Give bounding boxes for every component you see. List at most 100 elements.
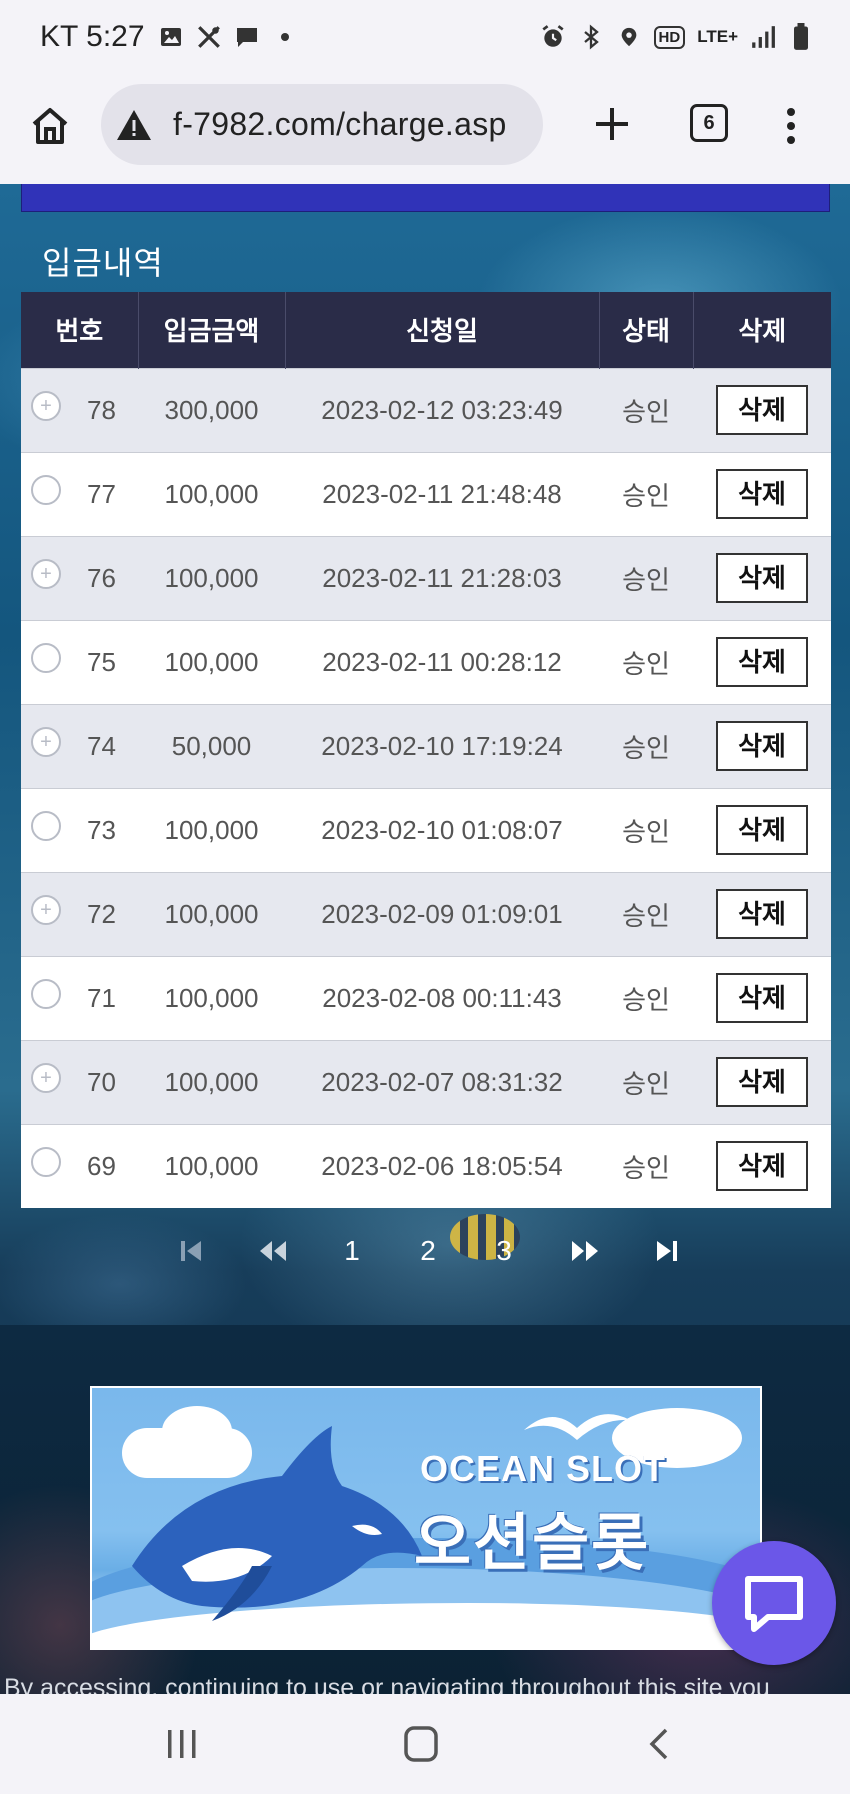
row-status: 승인 [599,1039,693,1124]
page-link-1[interactable]: 1 [336,1226,368,1276]
radio-circle-icon[interactable] [31,474,61,505]
delete-button[interactable]: 삭제 [716,805,808,855]
radio-circle-icon[interactable] [31,1146,61,1177]
tools-icon [196,24,222,50]
first-page-icon[interactable] [174,1226,208,1276]
home-nav-icon[interactable] [400,1724,444,1764]
delete-button[interactable]: 삭제 [716,469,808,519]
back-nav-icon[interactable] [640,1724,684,1764]
table-row: +78 300,000 2023-02-12 03:23:49 승인 삭제 [21,367,831,452]
row-action-cell: 삭제 [693,871,831,956]
row-action-cell: 삭제 [693,703,831,788]
delete-button[interactable]: 삭제 [716,1141,808,1192]
seagull-icon [524,1414,630,1440]
row-action-cell: 삭제 [693,367,831,452]
expand-plus-icon[interactable]: + [31,894,61,925]
page-link-2[interactable]: 2 [412,1226,444,1276]
row-no-cell: 77 [21,451,138,536]
row-no-cell: +70 [21,1039,138,1124]
row-action-cell: 삭제 [693,1039,831,1124]
row-amount: 100,000 [138,1039,285,1124]
recent-apps-icon[interactable] [160,1724,204,1764]
row-no-cell: +76 [21,535,138,620]
table-row: 77 100,000 2023-02-11 21:48:48 승인 삭제 [21,451,831,536]
row-action-cell: 삭제 [693,451,831,536]
table-row: +76 100,000 2023-02-11 21:28:03 승인 삭제 [21,535,831,620]
table-header-row: 번호 입금금액 신청일 상태 삭제 [21,292,831,368]
delete-button[interactable]: 삭제 [716,973,808,1023]
row-no-cell: +78 [21,367,138,452]
warning-icon[interactable] [115,108,153,142]
page-link-3[interactable]: 3 [488,1226,520,1276]
expand-plus-icon[interactable]: + [31,390,61,421]
prev-page-icon[interactable] [256,1226,290,1276]
table-row: 73 100,000 2023-02-10 01:08:07 승인 삭제 [21,787,831,872]
android-nav-bar [0,1694,850,1794]
row-amount: 300,000 [138,367,285,452]
chat-bubble-icon [745,1576,803,1632]
row-status: 승인 [599,451,693,536]
row-amount: 100,000 [138,955,285,1040]
cookie-notice: By accessing, continuing to use or navig… [4,1674,770,1694]
pagination: 1 2 3 [0,1226,850,1276]
next-page-icon[interactable] [568,1226,602,1276]
location-icon [616,24,642,50]
header-amount: 입금금액 [138,292,286,368]
row-status: 승인 [599,535,693,620]
deposit-table: 번호 입금금액 신청일 상태 삭제 +78 300,000 2023-02-12… [21,292,831,1208]
header-delete: 삭제 [693,292,831,368]
system-icons: HD LTE+ [540,23,814,50]
tab-switcher-button[interactable]: 6 [690,104,728,142]
row-status: 승인 [599,1123,693,1208]
row-status: 승인 [599,871,693,956]
row-no-cell: 71 [21,955,138,1040]
address-bar[interactable]: f-7982.com/charge.asp [101,84,543,165]
row-action-cell: 삭제 [693,955,831,1040]
row-date: 2023-02-11 00:28:12 [285,619,599,704]
row-status: 승인 [599,367,693,452]
url-text[interactable]: f-7982.com/charge.asp [173,106,507,143]
live-chat-button[interactable] [712,1541,836,1665]
expand-plus-icon[interactable]: + [31,558,61,589]
row-amount: 100,000 [138,871,285,956]
row-date: 2023-02-10 01:08:07 [285,787,599,872]
expand-plus-icon[interactable]: + [31,726,61,757]
delete-button[interactable]: 삭제 [716,1057,808,1107]
expand-plus-icon[interactable]: + [31,1062,61,1093]
home-button[interactable] [26,102,74,150]
radio-circle-icon[interactable] [31,978,61,1009]
last-page-icon[interactable] [650,1226,684,1276]
dot-icon [272,24,298,50]
table-row: +74 50,000 2023-02-10 17:19:24 승인 삭제 [21,703,831,788]
row-amount: 100,000 [138,535,285,620]
row-amount: 50,000 [138,703,285,788]
delete-button[interactable]: 삭제 [716,637,808,687]
notification-icons [158,24,298,50]
delete-button[interactable]: 삭제 [716,721,808,771]
header-date: 신청일 [285,292,600,368]
row-date: 2023-02-10 17:19:24 [285,703,599,788]
more-menu-icon[interactable] [776,102,806,150]
header-no: 번호 [21,292,139,368]
browser-toolbar: f-7982.com/charge.asp 6 [0,80,850,184]
row-status: 승인 [599,703,693,788]
hd-icon: HD [653,25,686,49]
radio-circle-icon[interactable] [31,642,61,673]
status-bar: KT 5:27 HD LTE+ [0,0,850,80]
radio-circle-icon[interactable] [31,810,61,841]
table-row: 71 100,000 2023-02-08 00:11:43 승인 삭제 [21,955,831,1040]
table-row: +70 100,000 2023-02-07 08:31:32 승인 삭제 [21,1039,831,1124]
row-amount: 100,000 [138,787,285,872]
bluetooth-icon [578,24,604,50]
delete-button[interactable]: 삭제 [716,889,808,939]
row-date: 2023-02-07 08:31:32 [285,1039,599,1124]
ocean-slot-banner[interactable]: OCEAN SLOT 오션슬롯 [90,1386,762,1650]
delete-button[interactable]: 삭제 [716,553,808,603]
delete-button[interactable]: 삭제 [716,385,808,435]
row-status: 승인 [599,955,693,1040]
battery-icon [788,23,814,50]
new-tab-button[interactable] [588,100,636,148]
header-strip [21,184,830,212]
image-icon [158,24,184,50]
alarm-icon [540,24,566,50]
